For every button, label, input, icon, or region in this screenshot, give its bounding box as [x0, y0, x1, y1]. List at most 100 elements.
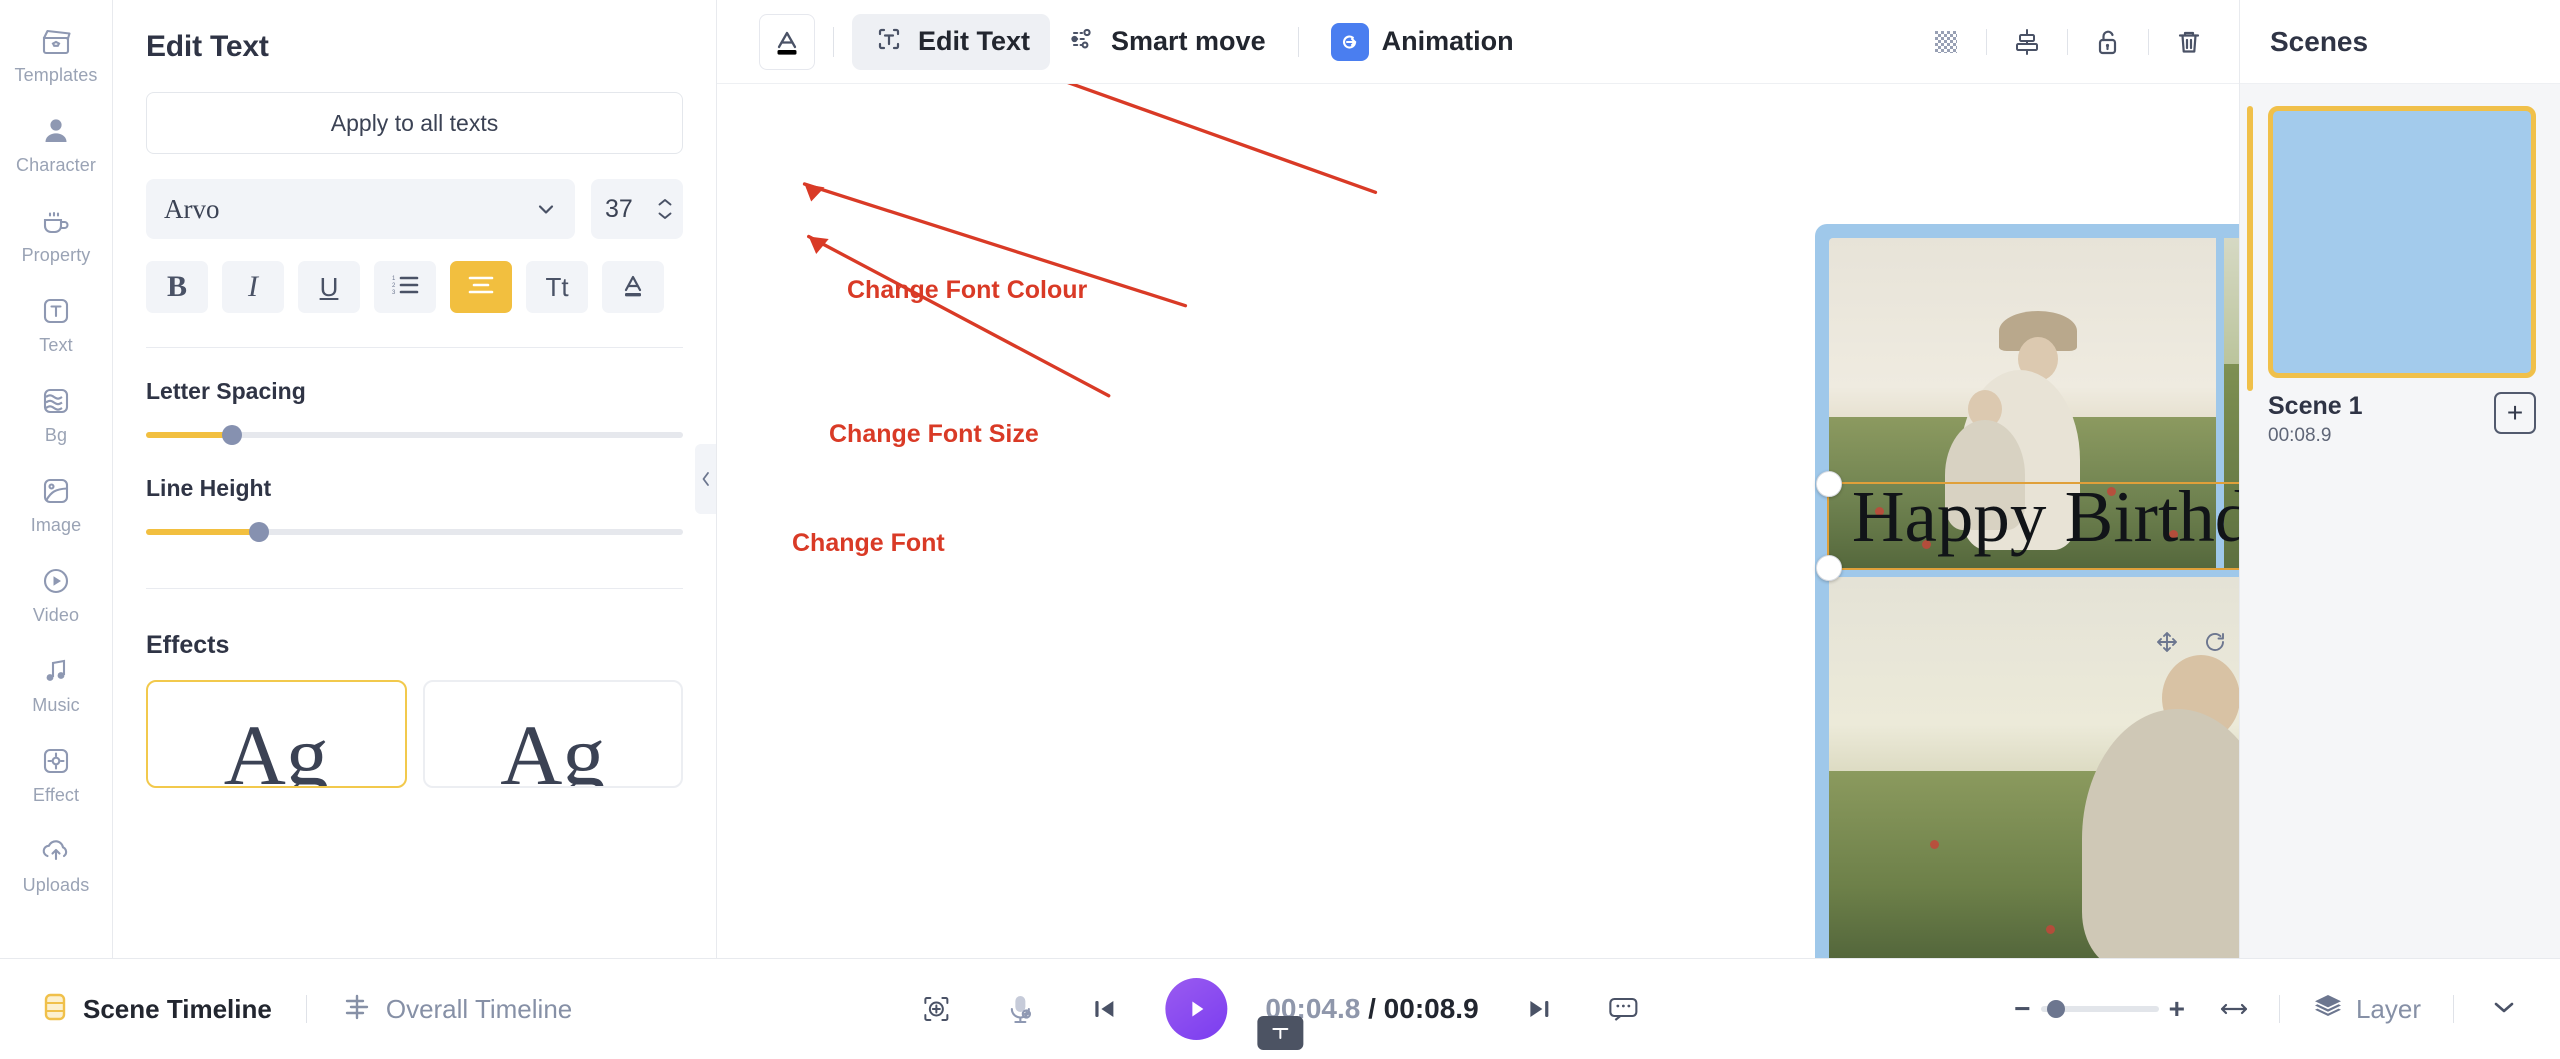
slider-knob[interactable] [248, 522, 269, 542]
main-row: Templates Character Property Text Bg Ima… [0, 0, 2560, 958]
caption-badge-icon[interactable] [1257, 1016, 1303, 1050]
zoom-control: − + [2014, 993, 2185, 1025]
font-size-input[interactable]: 37 [591, 179, 683, 239]
sidebar-item-templates[interactable]: Templates [0, 22, 112, 86]
divider [2278, 995, 2280, 1023]
scene-timeline-icon [40, 990, 70, 1029]
underline-button[interactable]: U [298, 261, 360, 313]
scene-thumbnail[interactable] [2268, 106, 2536, 378]
italic-button[interactable]: I [222, 261, 284, 313]
font-family-select[interactable]: Arvo [146, 179, 575, 239]
tab-edit-text[interactable]: Edit Text [852, 13, 1051, 70]
tab-smart-move[interactable]: Smart move [1050, 14, 1280, 70]
numbered-list-icon: 123 [390, 272, 420, 303]
zoom-in-button[interactable]: + [2169, 993, 2185, 1025]
page-title: Edit Text [146, 30, 269, 63]
chevron-up-icon[interactable] [657, 198, 673, 207]
canvas-stage[interactable]: Happy Birthday Zia! ❤ [717, 84, 2239, 958]
apply-to-all-texts-button[interactable]: Apply to all texts [146, 92, 683, 154]
sidebar-item-image[interactable]: Image [0, 472, 112, 536]
layer-button[interactable]: Layer [2302, 992, 2431, 1027]
property-icon [37, 202, 75, 240]
tab-scene-timeline[interactable]: Scene Timeline [28, 990, 284, 1029]
sidebar-item-character[interactable]: Character [0, 112, 112, 176]
svg-text:3: 3 [392, 290, 396, 296]
effect-card[interactable]: Ag [422, 680, 683, 788]
tab-animation[interactable]: Animation [1317, 14, 1528, 70]
trash-icon[interactable] [2163, 16, 2215, 68]
play-button[interactable] [1165, 978, 1228, 1040]
underline-label: U [319, 271, 339, 302]
zoom-out-button[interactable]: − [2014, 993, 2030, 1025]
scenes-list: Scene 1 00:08.9 + [2240, 84, 2560, 958]
rotate-icon[interactable] [2202, 629, 2228, 655]
bold-button[interactable]: B [146, 261, 208, 313]
stage-area: Edit Text Smart move Animation Happy Bir… [717, 0, 2240, 958]
skip-back-button[interactable] [1081, 986, 1127, 1032]
toolbar-divider [2067, 28, 2068, 55]
effects-section: Effects Ag Ag [113, 631, 716, 788]
letter-spacing-label: Letter Spacing [146, 378, 306, 404]
annotation-label: Change Font [792, 529, 945, 557]
unlock-icon[interactable] [2082, 16, 2134, 68]
resize-handle[interactable] [1816, 555, 1842, 581]
collapse-panel-handle[interactable] [695, 444, 716, 514]
text-case-button[interactable]: Tt [526, 261, 588, 313]
sidebar-item-text[interactable]: Text [0, 292, 112, 356]
scene-info: Scene 1 00:08.9 [2268, 392, 2363, 447]
zoom-slider-knob[interactable] [2046, 1000, 2065, 1018]
divider [305, 995, 307, 1023]
text-format-buttons: B I U 123 Tt [146, 261, 683, 313]
toolbar-right-actions [1920, 16, 2215, 68]
sidebar-item-uploads[interactable]: Uploads [0, 832, 112, 896]
move-icon[interactable] [2154, 629, 2180, 655]
microphone-icon[interactable] [997, 986, 1043, 1032]
add-marker-icon[interactable] [913, 986, 959, 1032]
artboard[interactable]: Happy Birthday Zia! ❤ [1815, 224, 2239, 958]
tab-smart-move-label: Smart move [1111, 26, 1266, 56]
zoom-slider[interactable] [2040, 1000, 2159, 1018]
chevron-down-icon[interactable] [657, 211, 673, 220]
font-size-stepper[interactable] [657, 198, 673, 220]
font-colour-icon [618, 270, 648, 305]
tab-edit-text-label: Edit Text [918, 26, 1031, 56]
subtitles-icon[interactable] [1601, 986, 1647, 1032]
slider-knob[interactable] [221, 425, 242, 445]
bg-icon [37, 382, 75, 420]
tab-overall-timeline[interactable]: Overall Timeline [329, 990, 584, 1029]
slider-fill [146, 432, 232, 438]
font-color-button[interactable] [602, 261, 664, 313]
scenes-header: Scenes [2240, 0, 2560, 84]
spacing-controls: Letter Spacing Line Height [113, 378, 716, 542]
text-align-button[interactable] [450, 261, 512, 313]
letter-spacing-slider[interactable] [146, 425, 683, 445]
sidebar-item-video[interactable]: Video [0, 562, 112, 626]
left-tool-rail: Templates Character Property Text Bg Ima… [0, 0, 113, 958]
scenes-title: Scenes [2270, 25, 2369, 57]
align-icon[interactable] [2001, 16, 2053, 68]
overall-timeline-label: Overall Timeline [385, 993, 573, 1024]
line-height-slider[interactable] [146, 522, 683, 542]
sidebar-label: Bg [44, 425, 68, 445]
font-colour-button[interactable] [759, 13, 815, 70]
numbered-list-button[interactable]: 123 [374, 261, 436, 313]
bottom-right-controls: − + Layer [2014, 986, 2532, 1032]
sidebar-item-property[interactable]: Property [0, 202, 112, 266]
image-icon [37, 472, 75, 510]
sidebar-item-bg[interactable]: Bg [0, 382, 112, 446]
fit-width-icon[interactable] [2211, 986, 2257, 1032]
headline-text[interactable]: Happy Birthday Zia! ❤ [1815, 480, 2239, 553]
add-scene-button[interactable]: + [2494, 392, 2536, 434]
sidebar-item-music[interactable]: Music [0, 652, 112, 716]
sidebar-label: Templates [14, 65, 98, 85]
transparency-icon[interactable] [1920, 16, 1972, 68]
apply-to-all-texts-label: Apply to all texts [330, 109, 499, 136]
playback-controls: 00:04.8 / 00:08.9 [913, 978, 1647, 1050]
scene-meta: Scene 1 00:08.9 + [2268, 392, 2536, 447]
music-icon [37, 652, 75, 690]
expand-timeline-button[interactable] [2476, 997, 2532, 1022]
sidebar-item-effect[interactable]: Effect [0, 742, 112, 806]
effect-card[interactable]: Ag [146, 680, 407, 788]
layers-icon [2312, 992, 2344, 1027]
skip-forward-button[interactable] [1517, 986, 1563, 1032]
